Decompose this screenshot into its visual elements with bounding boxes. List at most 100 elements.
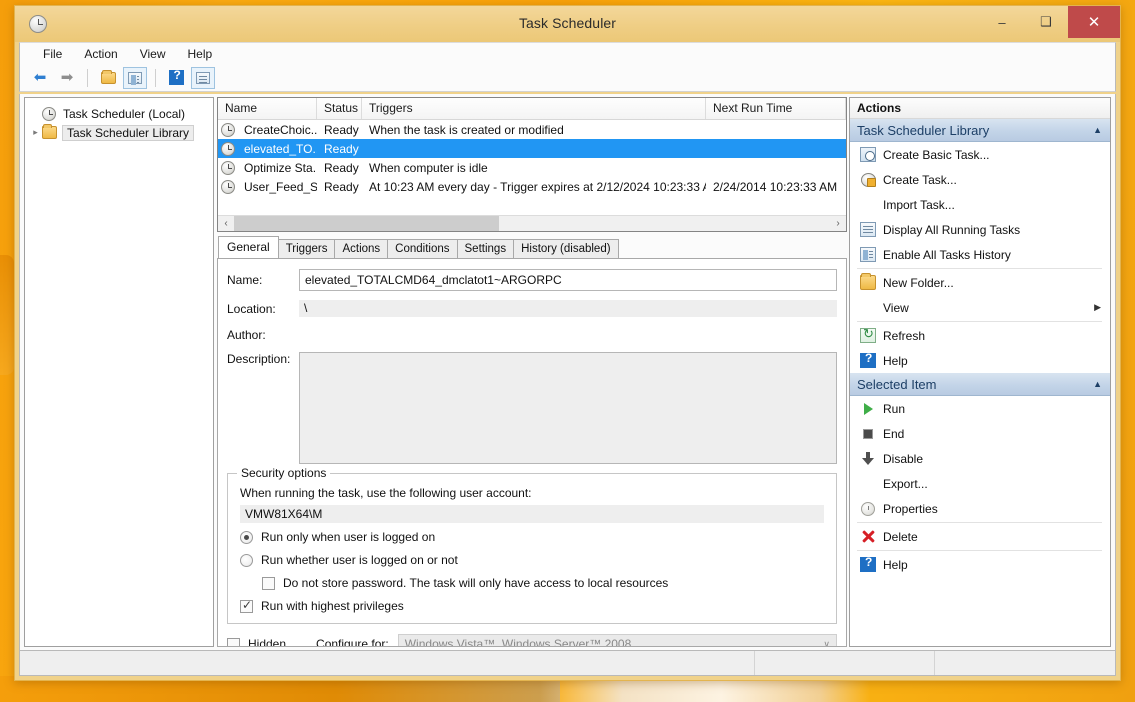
- close-button[interactable]: ✕: [1068, 6, 1120, 38]
- action-view[interactable]: View ▶: [850, 295, 1110, 320]
- action-help[interactable]: Help: [850, 348, 1110, 373]
- action-label: New Folder...: [883, 275, 954, 290]
- back-icon[interactable]: ⬅: [28, 67, 52, 89]
- up-one-level-icon[interactable]: [96, 67, 120, 89]
- scroll-right-icon[interactable]: ›: [830, 218, 846, 229]
- column-header-status[interactable]: Status: [317, 98, 362, 119]
- forward-icon[interactable]: ➡: [55, 67, 79, 89]
- minimize-button[interactable]: –: [980, 6, 1024, 38]
- maximize-button[interactable]: ❑: [1024, 6, 1068, 38]
- display-running-tasks-icon: [857, 222, 879, 237]
- task-clock-icon: [221, 179, 235, 194]
- create-task-icon: [857, 172, 879, 187]
- section-selected-item[interactable]: Selected Item ▲: [850, 373, 1110, 396]
- cell-name: Optimize Sta...: [218, 160, 317, 175]
- name-row: Name: elevated_TOTALCMD64_dmclatot1~ARGO…: [227, 269, 837, 291]
- show-hide-action-pane-icon[interactable]: [191, 66, 215, 89]
- detail-pane: Name Status Triggers Next Run Time Creat…: [217, 97, 847, 647]
- description-field[interactable]: [299, 352, 837, 464]
- table-row[interactable]: User_Feed_S... Ready At 10:23 AM every d…: [218, 177, 846, 196]
- menu-help[interactable]: Help: [177, 45, 224, 63]
- location-label: Location:: [227, 301, 276, 316]
- action-delete[interactable]: Delete: [850, 524, 1110, 549]
- tab-conditions[interactable]: Conditions: [387, 239, 458, 259]
- refresh-icon: [857, 326, 879, 343]
- radio-icon[interactable]: [240, 553, 253, 567]
- horizontal-scrollbar[interactable]: ‹ ›: [218, 215, 846, 231]
- configure-for-select[interactable]: Windows Vista™, Windows Server™ 2008 ∨: [397, 634, 837, 647]
- option-do-not-store-password[interactable]: Do not store password. The task will onl…: [240, 576, 824, 590]
- action-export[interactable]: Export...: [850, 471, 1110, 496]
- table-row[interactable]: elevated_TO... Ready: [218, 139, 846, 158]
- task-name: User_Feed_S...: [244, 179, 317, 194]
- column-header-name[interactable]: Name: [218, 98, 317, 119]
- action-display-all-running-tasks[interactable]: Display All Running Tasks: [850, 217, 1110, 242]
- checkbox-icon[interactable]: [240, 598, 253, 613]
- table-row[interactable]: CreateChoic... Ready When the task is cr…: [218, 120, 846, 139]
- option-run-with-highest-privileges[interactable]: Run with highest privileges: [240, 598, 824, 613]
- toolbar-divider-1: [87, 68, 88, 87]
- option-run-only-when-logged-on[interactable]: Run only when user is logged on: [240, 530, 824, 544]
- action-create-task[interactable]: Create Task...: [850, 167, 1110, 192]
- tasks-history-icon: [857, 247, 879, 262]
- action-help-selected[interactable]: Help: [850, 552, 1110, 577]
- section-task-scheduler-library[interactable]: Task Scheduler Library ▲: [850, 119, 1110, 142]
- tab-history[interactable]: History (disabled): [513, 239, 619, 259]
- hidden-checkbox[interactable]: [227, 637, 240, 646]
- collapse-caret-icon[interactable]: ▲: [1093, 125, 1102, 135]
- configure-for-value: Windows Vista™, Windows Server™ 2008: [404, 637, 632, 647]
- scroll-left-icon[interactable]: ‹: [218, 218, 234, 229]
- column-header-triggers[interactable]: Triggers: [362, 98, 706, 119]
- security-options-group: Security options When running the task, …: [227, 466, 837, 624]
- task-list-header: Name Status Triggers Next Run Time: [218, 98, 846, 120]
- divider: [857, 522, 1102, 523]
- status-cell-secondary: [755, 651, 935, 675]
- author-row: Author:: [227, 326, 837, 343]
- name-field[interactable]: elevated_TOTALCMD64_dmclatot1~ARGORPC: [299, 269, 837, 291]
- collapse-caret-icon[interactable]: ▲: [1093, 379, 1102, 389]
- action-disable[interactable]: Disable: [850, 446, 1110, 471]
- tab-triggers[interactable]: Triggers: [277, 239, 336, 259]
- tab-settings[interactable]: Settings: [456, 239, 515, 259]
- action-import-task[interactable]: Import Task...: [850, 192, 1110, 217]
- tab-actions[interactable]: Actions: [334, 239, 389, 259]
- scrollbar-track[interactable]: [234, 215, 830, 231]
- toolbar-divider-2: [155, 68, 156, 87]
- tab-general[interactable]: General: [218, 236, 279, 258]
- scrollbar-thumb[interactable]: [234, 215, 499, 231]
- radio-icon[interactable]: [240, 530, 253, 544]
- cell-status: Ready: [324, 122, 359, 137]
- option-run-whether-logged-on-or-not[interactable]: Run whether user is logged on or not: [240, 553, 824, 567]
- author-value: [299, 326, 837, 343]
- action-create-basic-task[interactable]: Create Basic Task...: [850, 142, 1110, 167]
- section-label: Task Scheduler Library: [857, 122, 990, 138]
- checkbox-icon[interactable]: [262, 576, 275, 590]
- configure-for-label: Configure for:: [316, 637, 389, 647]
- folder-clock-icon: [42, 124, 57, 139]
- action-enable-all-tasks-history[interactable]: Enable All Tasks History: [850, 242, 1110, 267]
- help-icon[interactable]: [164, 67, 188, 89]
- main-content: Task Scheduler (Local) ▸ Task Scheduler …: [19, 94, 1116, 650]
- option-label: Do not store password. The task will onl…: [283, 576, 669, 590]
- title-bar[interactable]: Task Scheduler – ❑ ✕: [15, 6, 1120, 42]
- chevron-right-icon[interactable]: ▸: [29, 127, 42, 138]
- menu-view[interactable]: View: [129, 45, 177, 63]
- action-run[interactable]: Run: [850, 396, 1110, 421]
- chevron-down-icon: ∨: [823, 638, 830, 647]
- show-hide-console-tree-icon[interactable]: [123, 66, 147, 89]
- submenu-arrow-icon: ▶: [1094, 302, 1101, 312]
- tree-item-task-scheduler-library[interactable]: ▸ Task Scheduler Library: [29, 123, 209, 142]
- menu-action[interactable]: Action: [73, 45, 128, 63]
- column-header-next-run-time[interactable]: Next Run Time: [706, 98, 846, 119]
- action-properties[interactable]: Properties: [850, 496, 1110, 521]
- task-name: Optimize Sta...: [244, 160, 317, 175]
- option-label: Run whether user is logged on or not: [261, 553, 458, 567]
- task-list-body: CreateChoic... Ready When the task is cr…: [218, 120, 846, 215]
- action-new-folder[interactable]: New Folder...: [850, 270, 1110, 295]
- menu-file[interactable]: File: [32, 45, 73, 63]
- action-end[interactable]: End: [850, 421, 1110, 446]
- tree-item-task-scheduler-local[interactable]: Task Scheduler (Local): [29, 104, 209, 123]
- delete-icon: [857, 529, 879, 544]
- table-row[interactable]: Optimize Sta... Ready When computer is i…: [218, 158, 846, 177]
- action-refresh[interactable]: Refresh: [850, 323, 1110, 348]
